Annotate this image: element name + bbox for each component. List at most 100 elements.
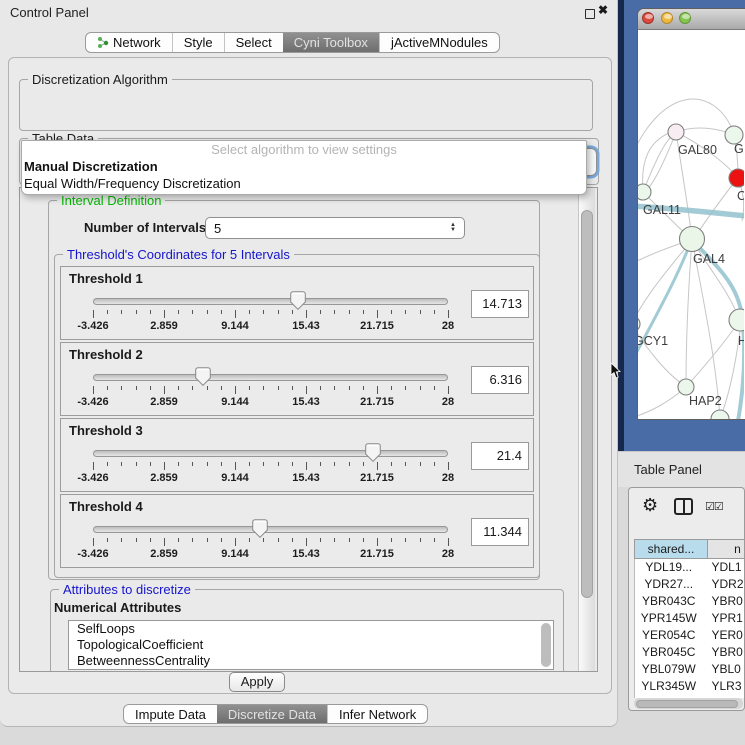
- bottom-tab-infer-network[interactable]: Infer Network: [327, 705, 427, 723]
- attribute-item-topologicalcoefficient[interactable]: TopologicalCoefficient: [69, 637, 553, 653]
- network-node-c[interactable]: [729, 169, 744, 187]
- table-row[interactable]: YDR27...YDR2: [635, 576, 745, 593]
- slider-thumb[interactable]: [365, 443, 381, 462]
- network-edge[interactable]: [694, 178, 738, 238]
- attribute-item-betweennesscentrality[interactable]: BetweennessCentrality: [69, 653, 553, 669]
- network-edge[interactable]: [686, 240, 692, 386]
- network-node-gal80[interactable]: [668, 124, 684, 140]
- slider-thumb[interactable]: [252, 519, 268, 538]
- minor-tick: [278, 462, 279, 466]
- network-edge[interactable]: [686, 323, 738, 387]
- close-icon[interactable]: ✖: [598, 3, 608, 17]
- dropdown-item-equal-width-frequency-discretization[interactable]: Equal Width/Frequency Discretization: [22, 175, 586, 192]
- cell-shared-name[interactable]: YLR345W: [635, 678, 702, 695]
- table-row[interactable]: YPR145WYPR1: [635, 610, 745, 627]
- cell-shared-name[interactable]: YBL079W: [635, 661, 702, 678]
- cell-name[interactable]: YDL1: [702, 559, 745, 576]
- slider-track[interactable]: [93, 450, 448, 457]
- tab-style[interactable]: Style: [172, 33, 224, 52]
- network-edge[interactable]: [720, 331, 740, 419]
- network-node-gcy1[interactable]: [638, 316, 640, 332]
- cell-shared-name[interactable]: YER054C: [635, 627, 702, 644]
- cell-name[interactable]: YER0: [702, 627, 745, 644]
- thresholds-group-title: Threshold's Coordinates for 5 Intervals: [63, 247, 294, 262]
- dropdown-placeholder-item[interactable]: Select algorithm to view settings: [22, 141, 586, 158]
- cell-name[interactable]: YPR1: [702, 610, 745, 627]
- major-tick: [235, 538, 236, 546]
- slider-thumb[interactable]: [290, 291, 306, 310]
- cell-shared-name[interactable]: YPR145W: [635, 610, 702, 627]
- mac-minimize-icon[interactable]: [661, 12, 673, 24]
- threshold-value-field[interactable]: 21.4: [471, 442, 529, 470]
- slider-track[interactable]: [93, 374, 448, 381]
- tab-jactivemnodules[interactable]: jActiveMNodules: [379, 33, 499, 52]
- table-row[interactable]: YBR043CYBR0: [635, 593, 745, 610]
- intervals-stepper-icon[interactable]: ▲▼: [450, 223, 456, 233]
- major-tick: [93, 310, 94, 318]
- minor-tick: [121, 386, 122, 390]
- network-node-gal11[interactable]: [638, 184, 651, 200]
- column-header-n[interactable]: n: [708, 539, 745, 559]
- cell-shared-name[interactable]: YDL19...: [635, 559, 702, 576]
- table-row[interactable]: YBL079WYBL0: [635, 661, 745, 678]
- numerical-attributes-list[interactable]: SelfLoopsTopologicalCoefficientBetweenne…: [68, 620, 554, 670]
- table-hscrollbar-thumb[interactable]: [636, 700, 738, 708]
- table-row[interactable]: YLR345WYLR3: [635, 678, 745, 695]
- cell-name[interactable]: YBR0: [702, 593, 745, 610]
- gear-icon[interactable]: ⚙: [642, 495, 658, 516]
- tab-network[interactable]: Network: [86, 33, 172, 52]
- table-row[interactable]: YER054CYER0: [635, 627, 745, 644]
- attributes-list-scrollbar[interactable]: [541, 623, 551, 667]
- apply-button[interactable]: Apply: [229, 672, 285, 692]
- mac-close-icon[interactable]: [642, 12, 654, 24]
- attribute-item-selfloops[interactable]: SelfLoops: [69, 621, 553, 637]
- threshold-value-field[interactable]: 6.316: [471, 366, 529, 394]
- minor-tick: [405, 386, 406, 390]
- cell-shared-name[interactable]: YBR043C: [635, 593, 702, 610]
- network-edge[interactable]: [638, 240, 692, 324]
- network-window-titlebar[interactable]: [638, 9, 745, 30]
- table-row[interactable]: YDL19...YDL1: [635, 559, 745, 576]
- table-hscrollbar[interactable]: [634, 698, 743, 709]
- bottom-tab-impute-data[interactable]: Impute Data: [124, 705, 217, 723]
- slider-track[interactable]: [93, 298, 448, 305]
- tick-label: 9.144: [205, 320, 265, 332]
- network-node[interactable]: [711, 410, 729, 420]
- settings-scrollbar-track[interactable]: [578, 188, 595, 671]
- threshold-value-field[interactable]: 11.344: [471, 518, 529, 546]
- cell-name[interactable]: YLR3: [702, 678, 745, 695]
- split-columns-icon[interactable]: [674, 498, 693, 515]
- minor-tick: [121, 310, 122, 314]
- network-edge[interactable]: [648, 133, 676, 189]
- cell-name[interactable]: YDR2: [702, 576, 745, 593]
- mac-zoom-icon[interactable]: [679, 12, 691, 24]
- cell-shared-name[interactable]: YBR045C: [635, 644, 702, 661]
- bottom-tab-discretize-data[interactable]: Discretize Data: [217, 705, 327, 723]
- minor-tick: [420, 310, 421, 314]
- network-edge[interactable]: [643, 132, 676, 192]
- network-node-h[interactable]: [729, 309, 744, 331]
- network-canvas[interactable]: GAL80GACGAL11GAL4GCY1HHAP2: [638, 31, 744, 420]
- dropdown-item-manual-discretization[interactable]: Manual Discretization: [22, 158, 586, 175]
- minor-tick: [207, 538, 208, 542]
- column-header-shared[interactable]: shared...: [634, 539, 708, 559]
- slider-track[interactable]: [93, 526, 448, 533]
- minor-tick: [150, 386, 151, 390]
- slider-thumb[interactable]: [195, 367, 211, 386]
- major-tick: [306, 310, 307, 318]
- network-node-hap2[interactable]: [678, 379, 694, 395]
- table-row[interactable]: YBR045CYBR0: [635, 644, 745, 661]
- threshold-value-field[interactable]: 14.713: [471, 290, 529, 318]
- tab-label: Network: [113, 35, 161, 50]
- number-of-intervals-combobox[interactable]: 5 ▲▼: [205, 217, 465, 239]
- settings-scrollbar-thumb[interactable]: [581, 210, 593, 598]
- float-window-icon[interactable]: [585, 9, 595, 19]
- cell-name[interactable]: YBL0: [702, 661, 745, 678]
- minor-tick: [405, 538, 406, 542]
- tab-select[interactable]: Select: [224, 33, 283, 52]
- cell-name[interactable]: YBR0: [702, 644, 745, 661]
- cell-shared-name[interactable]: YDR27...: [635, 576, 702, 593]
- tab-cyni-toolbox[interactable]: Cyni Toolbox: [283, 33, 379, 52]
- checkbox-icons[interactable]: ☑☑: [705, 500, 723, 513]
- network-node-gal4[interactable]: [680, 227, 705, 252]
